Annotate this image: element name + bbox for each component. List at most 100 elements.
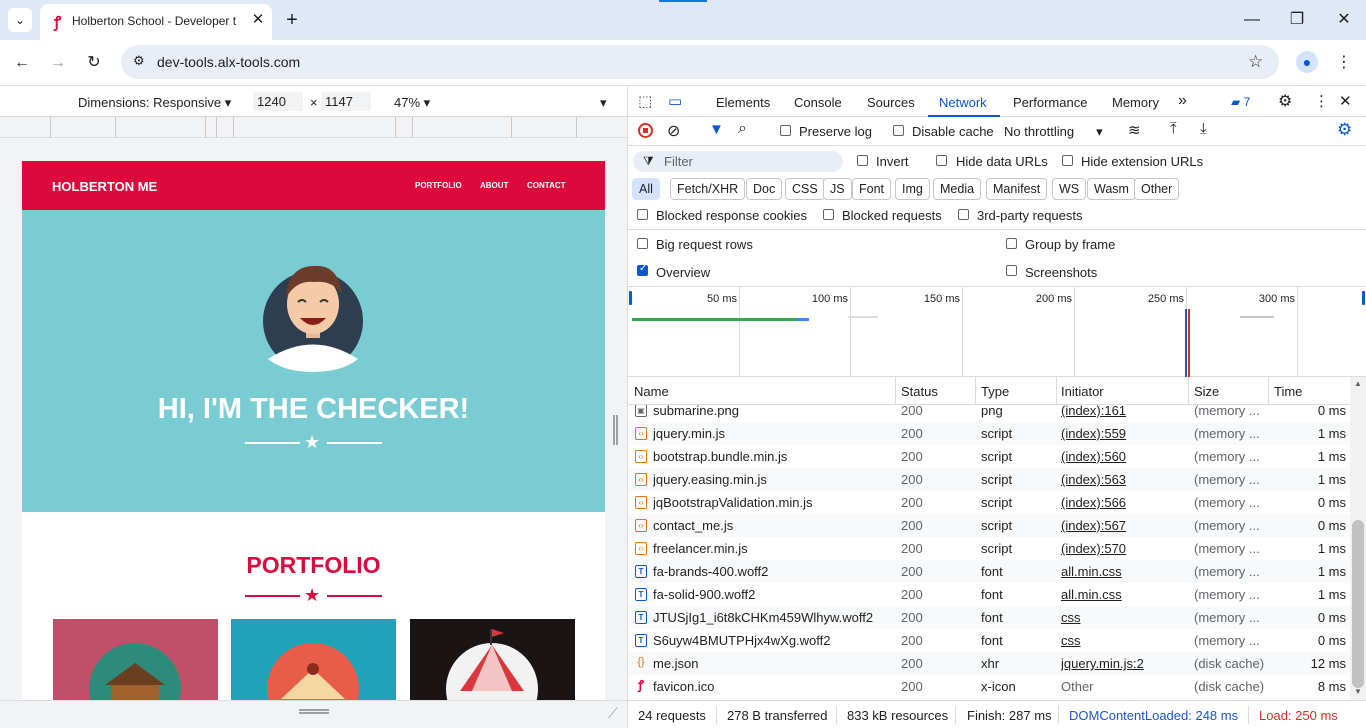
filter-funnel-icon[interactable]: ▼	[709, 121, 724, 138]
cell-initiator[interactable]: (index):161	[1061, 405, 1185, 418]
tab-search-button[interactable]: ⌄	[8, 8, 32, 32]
column-divider[interactable]	[975, 377, 976, 405]
chip-fetch-xhr[interactable]: Fetch/XHR	[670, 178, 746, 200]
overview-left-handle[interactable]	[629, 291, 632, 305]
column-divider[interactable]	[1268, 377, 1269, 405]
portfolio-card-cabin[interactable]	[53, 619, 218, 700]
chip-font[interactable]: Font	[852, 178, 892, 200]
tab-sources[interactable]: Sources	[867, 95, 915, 110]
forward-icon[interactable]: →	[46, 51, 70, 75]
cell-initiator[interactable]: all.min.css	[1061, 564, 1185, 579]
device-options-icon[interactable]: ▾	[600, 95, 607, 111]
hide-extension-urls-checkbox[interactable]	[1062, 155, 1073, 166]
screenshots-checkbox[interactable]	[1006, 265, 1017, 276]
chip-ws[interactable]: WS	[1052, 178, 1087, 200]
zoom-dropdown[interactable]: 47% ▾	[394, 95, 430, 111]
cell-initiator[interactable]: (index):560	[1061, 449, 1185, 464]
chip-js[interactable]: JS	[823, 178, 852, 200]
chip-doc[interactable]: Doc	[746, 178, 783, 200]
chip-all[interactable]: All	[632, 178, 660, 200]
table-row[interactable]: T JTUSjIg1_i6t8kCHKm459Wlhyw.woff2 200 font…	[628, 606, 1350, 629]
cell-initiator[interactable]: (index):570	[1061, 541, 1185, 556]
chip-css[interactable]: CSS	[785, 178, 825, 200]
height-resize-handle[interactable]	[299, 709, 329, 714]
blocked-requests-checkbox[interactable]	[823, 209, 834, 220]
cell-initiator[interactable]: (index):559	[1061, 426, 1185, 441]
table-row[interactable]: Tfa-solid-900.woff2 200 font all.min.css (me…	[628, 583, 1350, 606]
chip-media[interactable]: Media	[933, 178, 982, 200]
chip-manifest[interactable]: Manifest	[986, 178, 1048, 200]
width-resize-handle[interactable]	[613, 415, 618, 445]
clear-icon[interactable]: ⊘	[667, 121, 680, 141]
device-toggle-icon[interactable]: ▭	[668, 92, 682, 110]
scrollbar-thumb[interactable]	[1352, 520, 1364, 688]
group-by-frame-checkbox[interactable]	[1006, 238, 1017, 249]
table-row[interactable]: ‹› bootstrap.bundle.min.js 200 script (index…	[628, 445, 1350, 468]
settings-gear-icon[interactable]: ⚙	[1278, 91, 1292, 111]
corner-resize-handle[interactable]: ⟋	[608, 705, 618, 722]
portfolio-card-circus[interactable]	[410, 619, 575, 700]
tab-network[interactable]: Network	[939, 95, 987, 110]
new-tab-button[interactable]: +	[280, 8, 304, 32]
height-input[interactable]: 1147	[321, 92, 371, 111]
throttling-dropdown[interactable]: No throttling ▾	[1004, 124, 1103, 140]
site-info-icon[interactable]: ⚙	[133, 53, 145, 69]
profile-avatar-icon[interactable]: ●	[1296, 51, 1318, 73]
network-conditions-icon[interactable]: ≋	[1128, 121, 1141, 139]
table-row[interactable]: ‹› jquery.min.js 200 script (index):559 (memo…	[628, 422, 1350, 445]
chip-wasm[interactable]: Wasm	[1087, 178, 1136, 200]
hide-data-urls-checkbox[interactable]	[936, 155, 947, 166]
issues-badge[interactable]: ▰ 7	[1231, 95, 1250, 109]
search-icon[interactable]: ⌕	[738, 120, 747, 138]
invert-checkbox[interactable]	[857, 155, 868, 166]
big-rows-checkbox[interactable]	[637, 238, 648, 249]
cell-initiator[interactable]: all.min.css	[1061, 587, 1185, 602]
close-window-button[interactable]: ✕	[1332, 8, 1356, 32]
chip-img[interactable]: Img	[895, 178, 930, 200]
address-bar[interactable]: ⚙ dev-tools.alx-tools.com ☆	[121, 45, 1279, 79]
inspect-element-icon[interactable]: ⬚	[638, 92, 652, 110]
bookmark-star-icon[interactable]: ☆	[1248, 52, 1263, 72]
tab-performance[interactable]: Performance	[1013, 95, 1087, 110]
close-devtools-icon[interactable]: ✕	[1339, 92, 1352, 110]
overview-checkbox[interactable]: ✓	[637, 263, 648, 276]
scroll-down-icon[interactable]: ▼	[1354, 687, 1362, 696]
site-brand[interactable]: HOLBERTON ME	[52, 179, 157, 194]
nav-link-about[interactable]: ABOUT	[480, 181, 508, 190]
tab-console[interactable]: Console	[794, 95, 842, 110]
minimize-button[interactable]: —	[1240, 8, 1264, 32]
tab-elements[interactable]: Elements	[716, 95, 770, 110]
chip-other[interactable]: Other	[1134, 178, 1180, 200]
devtools-menu-icon[interactable]: ⋮	[1314, 92, 1329, 110]
overview-right-handle[interactable]	[1362, 291, 1365, 305]
third-party-checkbox[interactable]	[958, 209, 969, 220]
disable-cache-checkbox[interactable]	[893, 125, 904, 136]
col-name[interactable]: Name	[634, 384, 669, 399]
table-row[interactable]: Tfa-brands-400.woff2 200 font all.min.css (m…	[628, 560, 1350, 583]
restore-button[interactable]: ❐	[1285, 8, 1309, 32]
table-row[interactable]: ‹› contact_me.js 200 script (index):567 (memo…	[628, 514, 1350, 537]
cell-initiator[interactable]: css	[1061, 633, 1185, 648]
import-har-icon[interactable]: ⤒	[1170, 120, 1177, 137]
network-overview-timeline[interactable]: 50 ms 100 ms 150 ms 200 ms 250 ms 300 ms	[628, 286, 1366, 377]
portfolio-card-cake[interactable]	[231, 619, 396, 700]
scroll-up-icon[interactable]: ▲	[1354, 379, 1362, 388]
cell-initiator[interactable]: (index):567	[1061, 518, 1185, 533]
blocked-cookies-checkbox[interactable]	[637, 209, 648, 220]
table-row[interactable]: ‹› freelancer.min.js 200 script (index):570 (…	[628, 537, 1350, 560]
more-tabs-icon[interactable]: »	[1178, 92, 1187, 110]
network-settings-icon[interactable]: ⚙	[1337, 120, 1352, 140]
cell-initiator[interactable]: css	[1061, 610, 1185, 625]
browser-menu-icon[interactable]: ⋮	[1332, 51, 1356, 75]
nav-link-portfolio[interactable]: PORTFOLIO	[415, 181, 462, 190]
filter-input[interactable]: ⧩ Filter	[633, 151, 843, 172]
cell-initiator[interactable]: (index):566	[1061, 495, 1185, 510]
tab-memory[interactable]: Memory	[1112, 95, 1159, 110]
table-row[interactable]: ▣ submarine.png 200 png (index):161 (memory .…	[628, 405, 1350, 422]
table-row[interactable]: T S6uyw4BMUTPHjx4wXg.woff2 200 font css (memo…	[628, 629, 1350, 652]
dimensions-dropdown[interactable]: Dimensions: Responsive ▾	[78, 95, 231, 111]
cell-initiator[interactable]: (index):563	[1061, 472, 1185, 487]
col-time[interactable]: Time	[1274, 384, 1302, 399]
column-divider[interactable]	[1188, 377, 1189, 405]
preserve-log-checkbox[interactable]	[780, 125, 791, 136]
